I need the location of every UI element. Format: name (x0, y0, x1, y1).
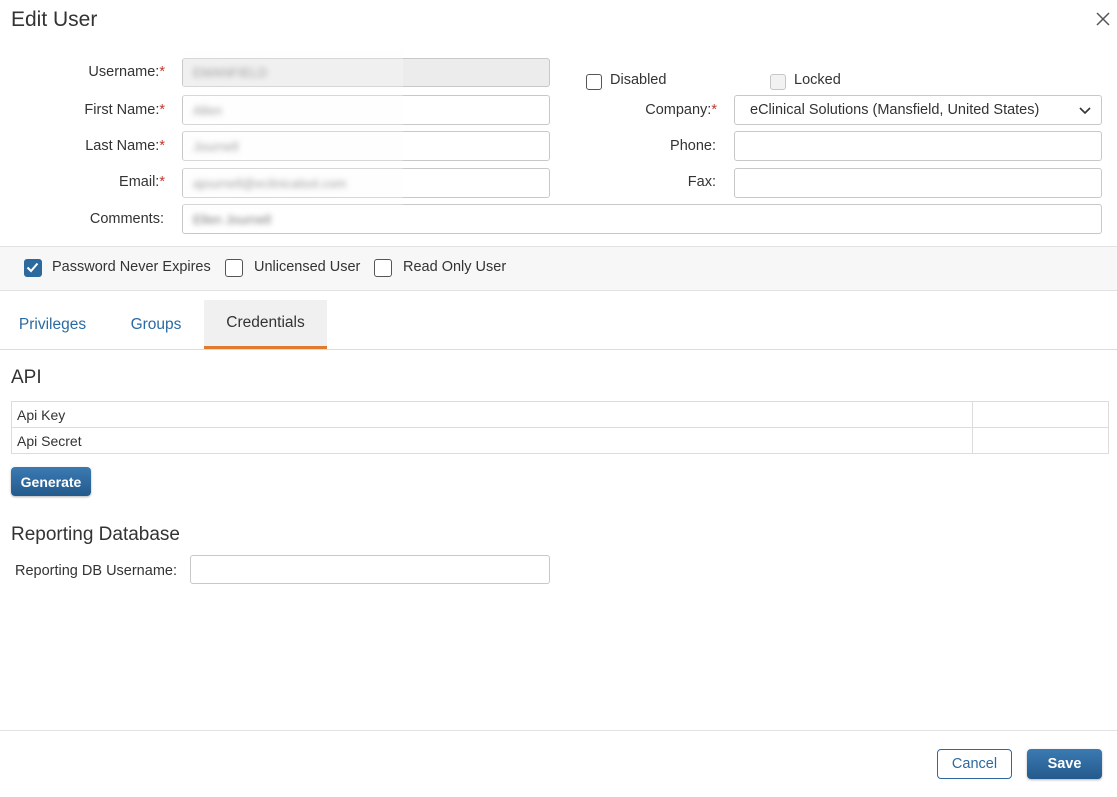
username-label: Username:* (88, 64, 165, 80)
api-secret-value (972, 427, 1109, 454)
dialog-title: Edit User (11, 8, 98, 31)
api-secret-label: Api Secret (11, 427, 973, 454)
password-never-expires-label: Password Never Expires (52, 259, 211, 275)
company-label: Company:* (645, 102, 717, 118)
reporting-heading: Reporting Database (11, 524, 180, 545)
disabled-checkbox[interactable] (586, 74, 602, 90)
table-row: Api Secret (11, 427, 1109, 454)
tab-divider (0, 349, 1117, 350)
fax-field[interactable] (734, 168, 1102, 198)
tab-groups[interactable]: Groups (110, 300, 202, 349)
locked-checkbox (770, 74, 786, 90)
footer-divider (0, 730, 1117, 731)
read-only-user-checkbox[interactable] (374, 259, 392, 277)
first-name-field[interactable]: Allen (182, 95, 550, 125)
phone-field[interactable] (734, 131, 1102, 161)
comments-field[interactable]: Ellen Journell (182, 204, 1102, 234)
api-table: Api Key Api Secret (11, 401, 1109, 454)
first-name-label: First Name:* (84, 102, 165, 118)
tab-privileges[interactable]: Privileges (4, 300, 101, 349)
table-row: Api Key (11, 401, 1109, 428)
read-only-user-label: Read Only User (403, 259, 507, 275)
comments-label: Comments: (89, 211, 164, 227)
reporting-db-username-label: Reporting DB Username: (15, 563, 177, 579)
password-never-expires-checkbox[interactable] (24, 259, 42, 277)
chevron-down-icon (1079, 102, 1091, 118)
tab-credentials[interactable]: Credentials (204, 300, 327, 349)
save-button[interactable]: Save (1027, 749, 1102, 779)
unlicensed-user-checkbox[interactable] (225, 259, 243, 277)
locked-label: Locked (794, 72, 841, 88)
disabled-label: Disabled (610, 72, 667, 88)
generate-button[interactable]: Generate (11, 467, 91, 496)
company-select[interactable]: eClinical Solutions (Mansfield, United S… (734, 95, 1102, 125)
phone-label: Phone: (670, 138, 716, 154)
company-select-value: eClinical Solutions (Mansfield, United S… (750, 102, 1040, 118)
api-heading: API (11, 367, 42, 388)
check-icon (26, 262, 39, 273)
api-key-label: Api Key (11, 401, 973, 428)
username-field: EMANFIELD (182, 58, 550, 87)
api-key-value (972, 401, 1109, 428)
cancel-button[interactable]: Cancel (937, 749, 1012, 779)
email-field[interactable]: ajournell@eclinicalsol.com (182, 168, 550, 198)
fax-label: Fax: (687, 174, 716, 190)
email-label: Email:* (119, 174, 165, 190)
reporting-db-username-field[interactable] (190, 555, 550, 584)
last-name-label: Last Name:* (85, 138, 165, 154)
last-name-field[interactable]: Journell (182, 131, 550, 161)
close-icon[interactable] (1094, 10, 1112, 28)
unlicensed-user-label: Unlicensed User (254, 259, 361, 275)
